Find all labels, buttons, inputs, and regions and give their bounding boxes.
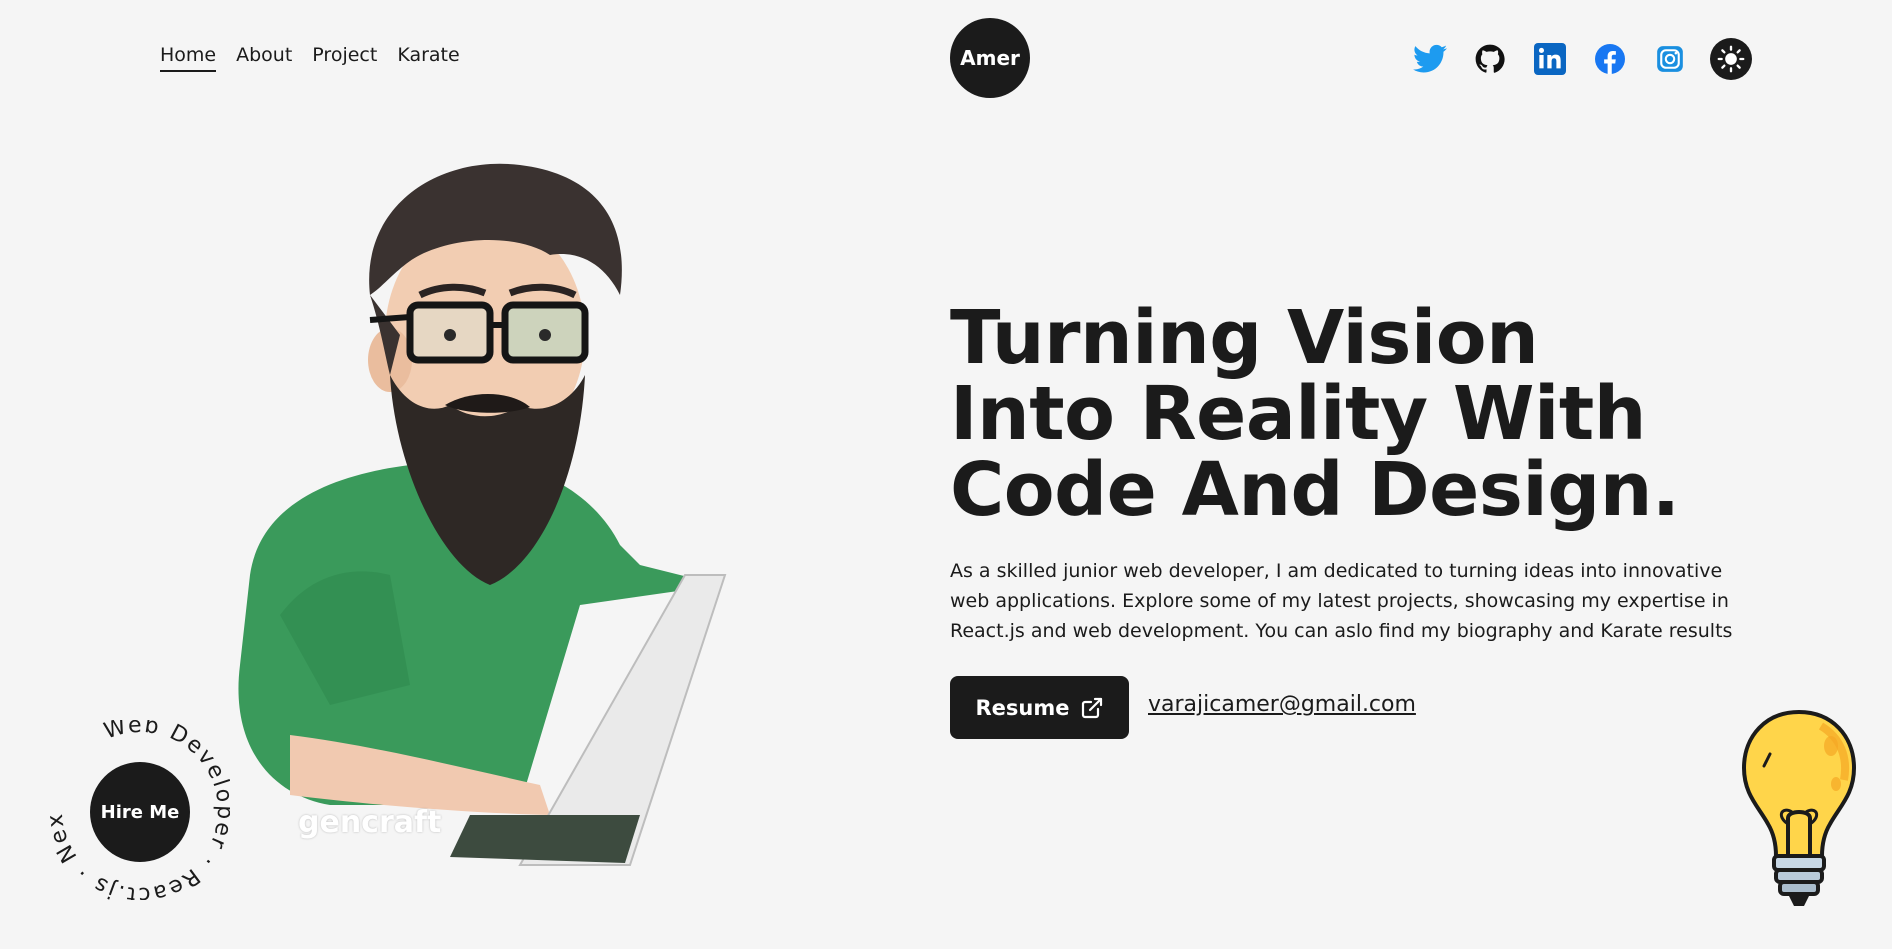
- logo-badge[interactable]: Amer: [950, 18, 1030, 98]
- nav-link-about[interactable]: About: [236, 44, 292, 72]
- social-links: [1410, 38, 1752, 80]
- hero-description: As a skilled junior web developer, I am …: [950, 560, 1733, 642]
- main-nav: Home About Project Karate: [160, 44, 460, 72]
- nav-link-home[interactable]: Home: [160, 44, 217, 72]
- nav-link-project[interactable]: Project: [312, 44, 377, 72]
- github-icon[interactable]: [1470, 39, 1510, 79]
- instagram-icon[interactable]: [1650, 39, 1690, 79]
- watermark-text: gencraft: [298, 805, 442, 840]
- page: Home About Project Karate Amer gencraft …: [0, 0, 1892, 949]
- external-link-icon: [1081, 697, 1102, 718]
- theme-toggle-button[interactable]: [1710, 38, 1752, 80]
- twitter-icon[interactable]: [1410, 39, 1450, 79]
- hero-headline: Turning Vision Into Reality With Code An…: [950, 295, 1680, 533]
- linkedin-icon[interactable]: [1530, 39, 1570, 79]
- nav-link-karate[interactable]: Karate: [397, 44, 459, 72]
- developer-avatar-illustration: [220, 145, 740, 875]
- hire-me-button[interactable]: Hire Me: [90, 762, 190, 862]
- resume-label: Resume: [975, 695, 1070, 720]
- lightbulb-illustration: [1736, 706, 1862, 916]
- resume-button[interactable]: Resume: [950, 676, 1129, 739]
- email-link[interactable]: varajicamer@gmail.com: [1148, 692, 1416, 717]
- hire-me-widget: Web Developer · React.js · Next.js · Hir…: [43, 701, 235, 907]
- sun-icon: [1717, 45, 1745, 73]
- facebook-icon[interactable]: [1590, 39, 1630, 79]
